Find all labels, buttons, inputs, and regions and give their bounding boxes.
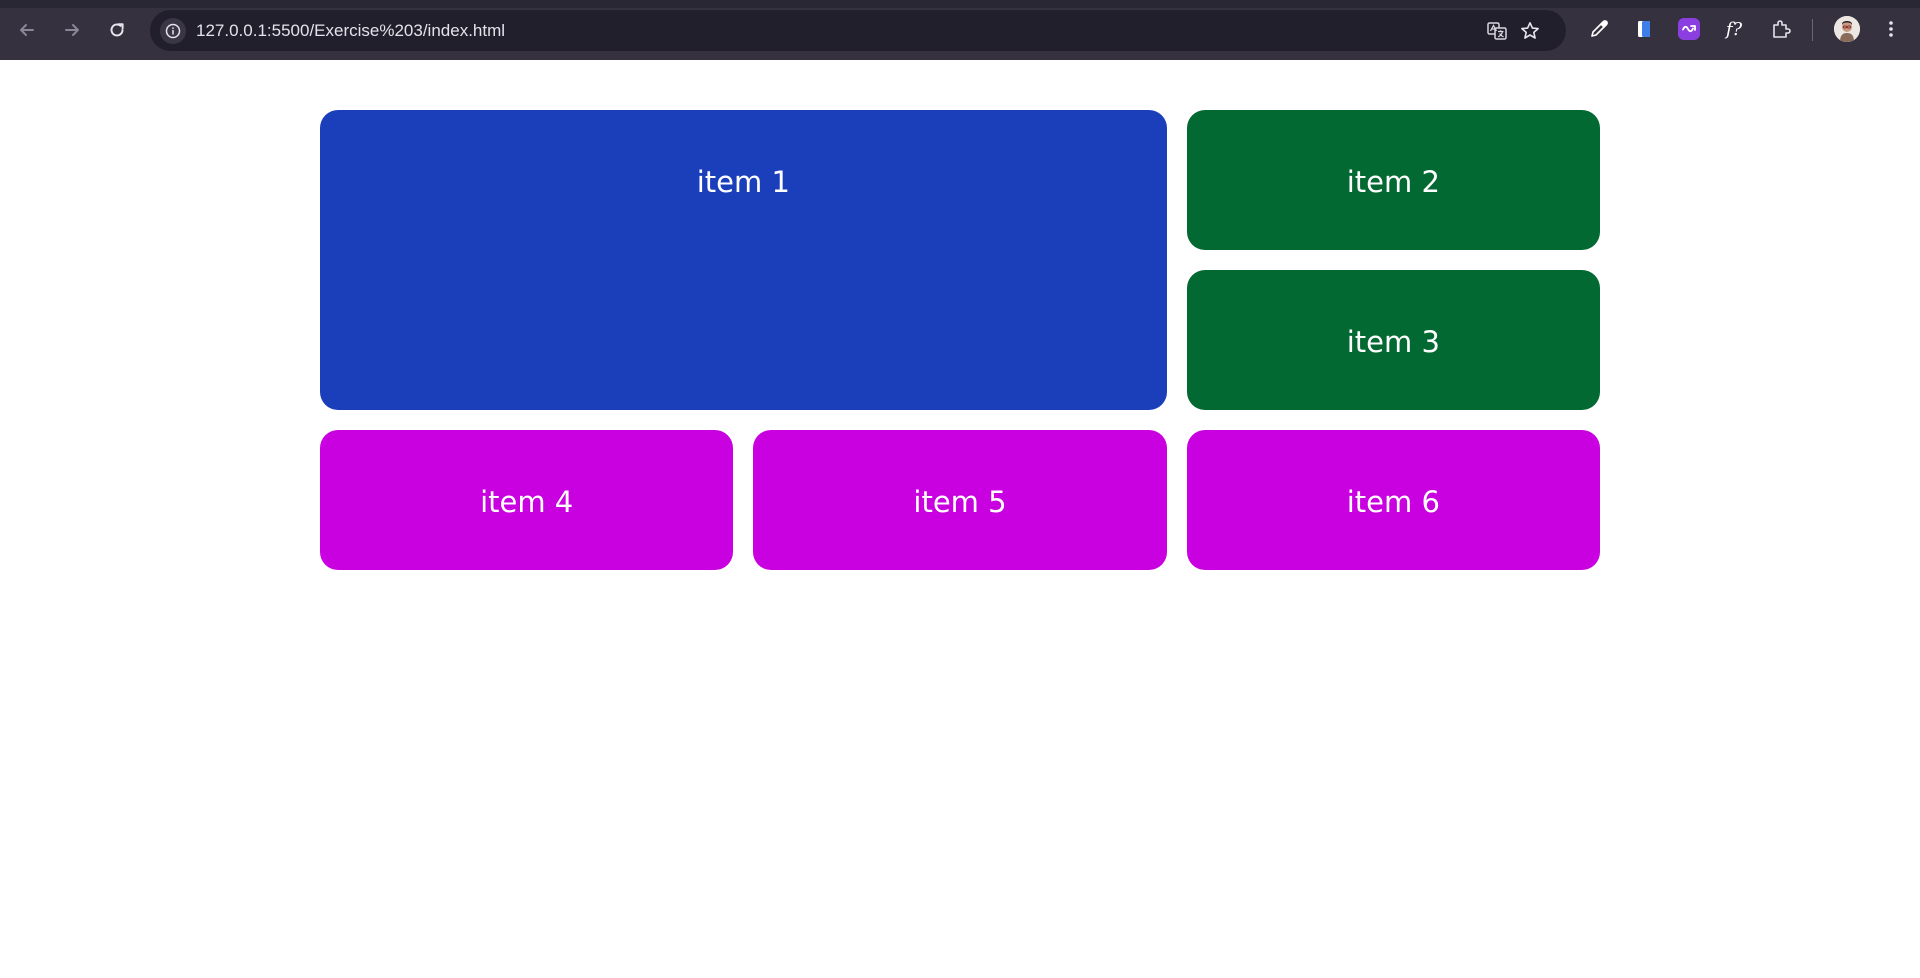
browser-toolbar: 127.0.0.1:5500/Exercise%203/index.html f… [0, 0, 1920, 60]
item-grid: item 1 item 2 item 3 item 4 item 5 item … [320, 110, 1600, 570]
grid-item-3-label: item 3 [1346, 325, 1440, 359]
grid-item-2: item 2 [1186, 110, 1600, 250]
puzzle-icon[interactable] [1767, 15, 1795, 43]
url-text[interactable]: 127.0.0.1:5500/Exercise%203/index.html [196, 10, 505, 51]
eyedropper-icon[interactable] [1585, 15, 1613, 43]
translate-icon[interactable] [1484, 18, 1510, 44]
grid-item-6: item 6 [1186, 430, 1600, 570]
grid-item-1-label: item 1 [696, 165, 790, 199]
arrow-left-icon [20, 24, 34, 36]
toolbar-separator [1812, 19, 1813, 41]
info-icon[interactable] [160, 18, 186, 44]
forward-button[interactable] [56, 14, 88, 46]
grid-item-1: item 1 [320, 110, 1167, 410]
grid-item-4: item 4 [320, 430, 734, 570]
fx-label: f? [1725, 18, 1743, 40]
kebab-menu-icon[interactable] [1877, 15, 1905, 43]
tab-strip-edge [0, 0, 1920, 8]
grid-item-4-label: item 4 [480, 485, 574, 519]
document-icon[interactable] [1630, 15, 1658, 43]
address-bar[interactable]: 127.0.0.1:5500/Exercise%203/index.html [150, 10, 1566, 51]
grid-item-5: item 5 [753, 430, 1167, 570]
grid-item-6-label: item 6 [1346, 485, 1440, 519]
avatar[interactable] [1834, 16, 1860, 42]
star-icon[interactable] [1517, 18, 1543, 44]
grid-item-2-label: item 2 [1346, 165, 1440, 199]
grid-item-5-label: item 5 [913, 485, 1007, 519]
reload-button[interactable] [101, 14, 133, 46]
back-button[interactable] [11, 14, 43, 46]
purple-extension-icon[interactable] [1675, 15, 1703, 43]
fx-icon[interactable]: f? [1720, 15, 1748, 43]
reload-icon [110, 23, 124, 37]
arrow-right-icon [65, 24, 79, 36]
grid-item-3: item 3 [1186, 270, 1600, 410]
